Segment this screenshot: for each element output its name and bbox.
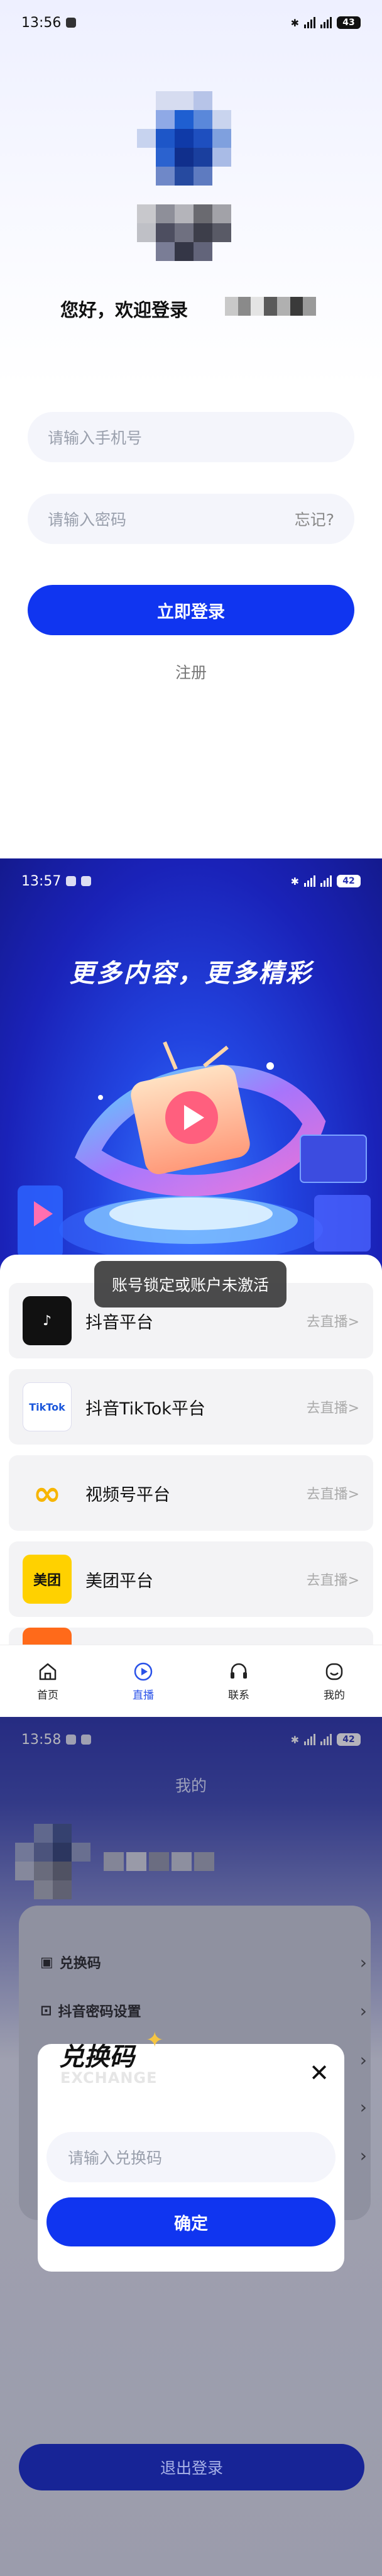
password-placeholder: 请输入密码 bbox=[48, 511, 127, 529]
tab-live[interactable]: 直播 bbox=[96, 1645, 191, 1717]
tiktok-logo-icon: TikTok bbox=[23, 1382, 72, 1431]
login-button[interactable]: 立即登录 bbox=[28, 585, 354, 635]
signal-icon bbox=[320, 875, 332, 887]
confirm-button[interactable]: 确定 bbox=[46, 2197, 336, 2246]
notification-icon bbox=[81, 876, 92, 886]
tab-label: 联系 bbox=[228, 1689, 249, 1702]
register-link[interactable]: 注册 bbox=[0, 660, 382, 683]
phone-input[interactable]: 请输入手机号 bbox=[28, 412, 354, 462]
profile-screen: 13:58 ✱ 42 我的 ▣ 兑换码 › ⊡ 抖音密码设置 › › › › 退… bbox=[0, 1717, 382, 2576]
headset-icon bbox=[231, 1663, 247, 1679]
modal-title: 兑换码 bbox=[59, 2043, 134, 2072]
bottom-tab-bar: 首页 直播 联系 我的 bbox=[0, 1645, 382, 1717]
platform-name: 抖音TikTok平台 bbox=[85, 1399, 205, 1419]
go-live-link[interactable]: 去直播> bbox=[307, 1311, 359, 1331]
platform-card-channels[interactable]: ∞ 视频号平台 去直播> bbox=[9, 1455, 373, 1531]
sparkle-icon: ✦ bbox=[146, 2028, 164, 2053]
login-screen: 13:56 ✱ 43 您好，欢迎登录 请输入手机号 请输入密码 忘记? 立即登录… bbox=[0, 0, 382, 858]
tab-contact[interactable]: 联系 bbox=[191, 1645, 286, 1717]
profile-icon bbox=[325, 1663, 343, 1680]
avatar bbox=[137, 91, 250, 264]
banner-illustration bbox=[18, 1041, 371, 1262]
go-live-link[interactable]: 去直播> bbox=[307, 1397, 359, 1417]
tab-home[interactable]: 首页 bbox=[0, 1645, 96, 1717]
banner-title: 更多内容，更多精彩 bbox=[69, 959, 313, 988]
close-icon[interactable]: ✕ bbox=[309, 2059, 329, 2087]
bluetooth-icon: ✱ bbox=[290, 16, 299, 29]
tab-label: 我的 bbox=[324, 1689, 345, 1702]
platform-card-tiktok[interactable]: TikTok 抖音TikTok平台 去直播> bbox=[9, 1369, 373, 1445]
modal-subtitle: EXCHANGE bbox=[60, 2069, 158, 2087]
redeem-code-input[interactable]: 请输入兑换码 bbox=[46, 2132, 336, 2182]
bluetooth-icon: ✱ bbox=[290, 875, 299, 887]
tab-profile[interactable]: 我的 bbox=[286, 1645, 382, 1717]
password-input[interactable]: 请输入密码 忘记? bbox=[28, 494, 354, 544]
tab-label: 首页 bbox=[37, 1689, 58, 1702]
battery-icon: 42 bbox=[337, 875, 361, 887]
platform-card-meituan[interactable]: 美团 美团平台 去直播> bbox=[9, 1541, 373, 1617]
status-bar: 13:57 ✱ 42 bbox=[0, 858, 382, 904]
promo-banner bbox=[0, 858, 382, 1274]
logout-button[interactable]: 退出登录 bbox=[19, 2444, 364, 2490]
tab-label: 直播 bbox=[133, 1689, 154, 1702]
phone-placeholder: 请输入手机号 bbox=[48, 429, 143, 447]
forgot-password-link[interactable]: 忘记? bbox=[295, 508, 334, 530]
platform-list: ♪ 抖音平台 去直播> TikTok 抖音TikTok平台 去直播> ∞ 视频号… bbox=[0, 1255, 382, 1653]
redeem-modal: 兑换码 ✦ EXCHANGE ✕ 请输入兑换码 确定 bbox=[38, 2028, 344, 2272]
notification-icon bbox=[66, 876, 77, 886]
battery-icon: 43 bbox=[337, 16, 361, 29]
go-live-link[interactable]: 去直播> bbox=[307, 1569, 359, 1589]
platform-name: 视频号平台 bbox=[85, 1485, 170, 1505]
douyin-logo-icon: ♪ bbox=[23, 1296, 72, 1345]
channels-logo-icon: ∞ bbox=[33, 1473, 62, 1513]
status-time: 13:57 bbox=[21, 873, 62, 889]
app-name-blurred bbox=[225, 297, 317, 316]
status-bar: 13:56 ✱ 43 bbox=[0, 0, 382, 45]
live-screen: 13:57 ✱ 42 更多内容，更多精彩 ♪ 抖音平台 去直播> TikTok … bbox=[0, 858, 382, 1717]
signal-icon bbox=[304, 17, 315, 28]
meituan-logo-icon: 美团 bbox=[23, 1555, 72, 1604]
signal-icon bbox=[320, 17, 332, 28]
platform-name: 抖音平台 bbox=[85, 1313, 153, 1333]
signal-icon bbox=[304, 875, 315, 887]
status-time: 13:56 bbox=[21, 14, 62, 31]
go-live-link[interactable]: 去直播> bbox=[307, 1483, 359, 1503]
greeting-text: 您好，欢迎登录 bbox=[60, 299, 188, 321]
notification-icon bbox=[66, 18, 77, 28]
live-icon bbox=[134, 1662, 153, 1680]
home-icon bbox=[39, 1663, 57, 1680]
platform-name: 美团平台 bbox=[85, 1571, 153, 1591]
toast-message: 账号锁定或账户未激活 bbox=[94, 1261, 286, 1307]
